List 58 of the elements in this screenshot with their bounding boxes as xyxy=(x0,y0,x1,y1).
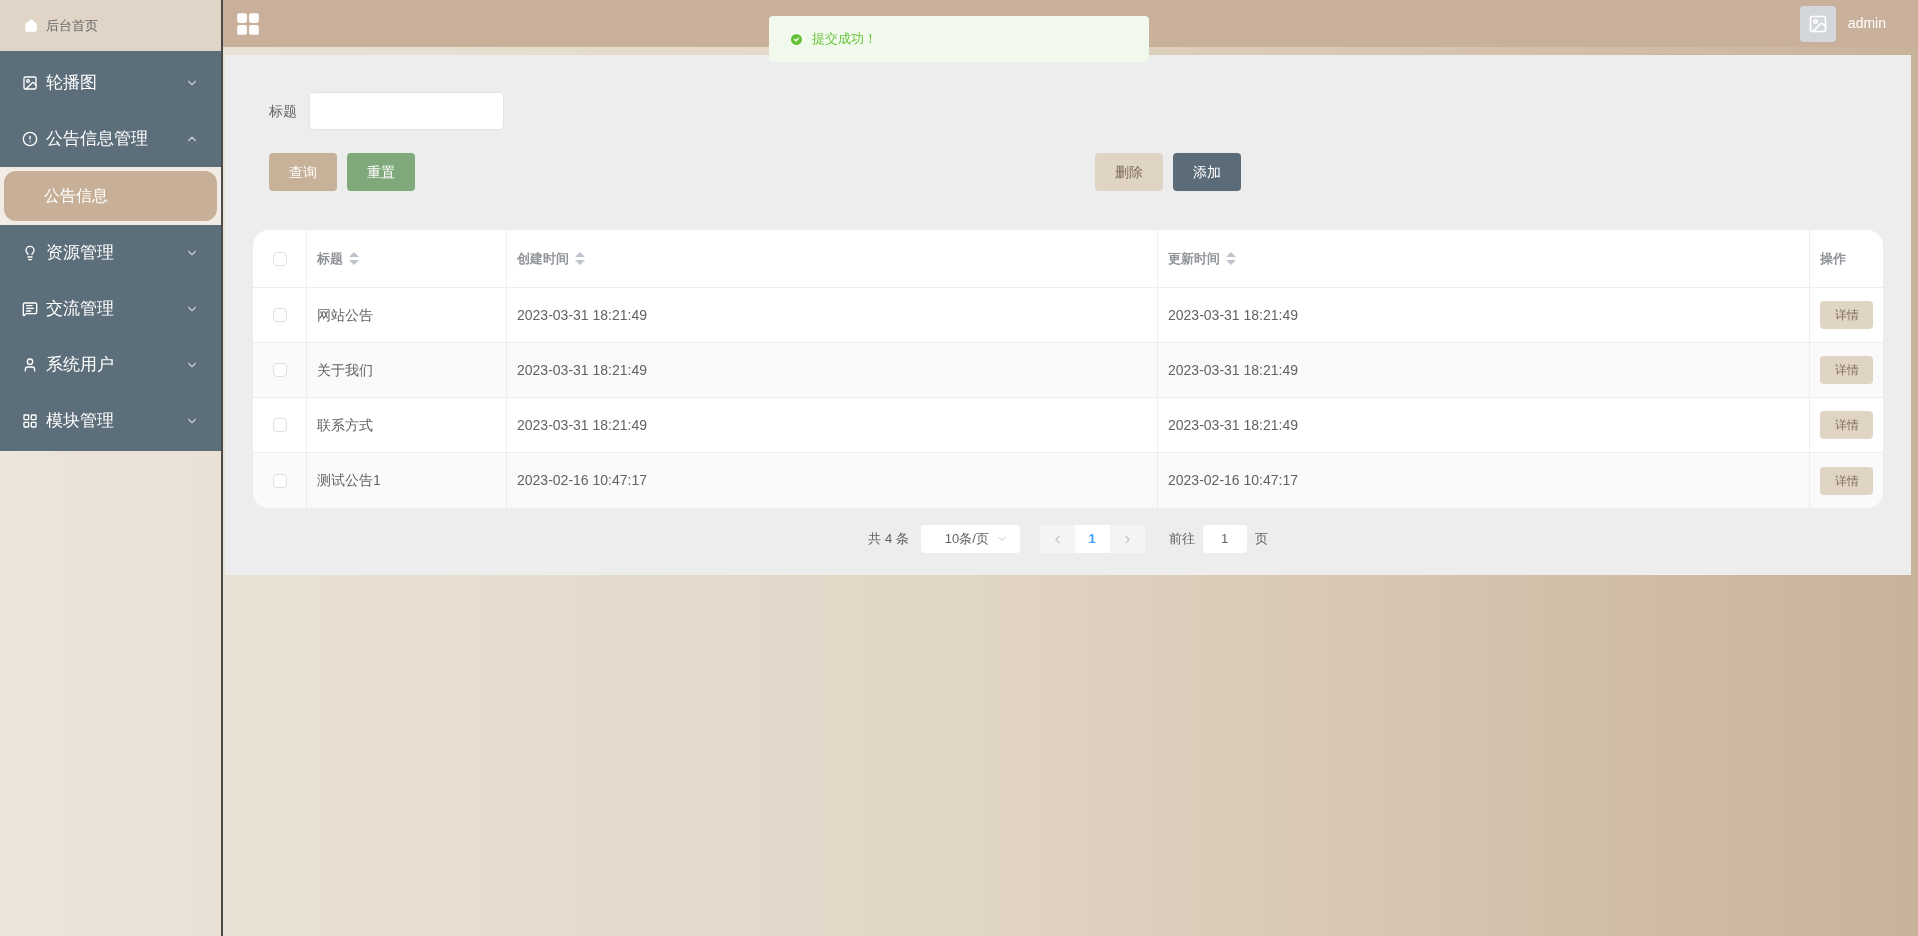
total-count: 共 4 条 xyxy=(868,530,909,549)
alert-circle-icon xyxy=(22,131,38,147)
table-cell-text: 2023-02-16 10:47:17 xyxy=(1168,471,1298,490)
sort-icon[interactable] xyxy=(575,252,585,265)
sort-icon[interactable] xyxy=(349,252,359,265)
menu-item[interactable]: 轮播图 xyxy=(0,55,221,111)
detail-button[interactable]: 详情 xyxy=(1820,301,1873,329)
sort-icon[interactable] xyxy=(1226,252,1236,265)
table-cell-text: 联系方式 xyxy=(317,415,373,435)
page-number[interactable]: 1 xyxy=(1074,525,1110,553)
table-cell-text: 网站公告 xyxy=(317,305,373,325)
add-button[interactable]: 添加 xyxy=(1173,153,1241,191)
avatar-image-icon[interactable] xyxy=(1799,5,1836,42)
detail-button[interactable]: 详情 xyxy=(1820,356,1873,384)
goto-page-field[interactable]: 1 xyxy=(1202,525,1247,553)
detail-button[interactable]: 详情 xyxy=(1820,411,1873,439)
grid-menu-icon[interactable] xyxy=(235,10,261,37)
prev-page-button[interactable] xyxy=(1039,525,1075,553)
lightbulb-icon xyxy=(22,245,38,261)
reset-button[interactable]: 重置 xyxy=(347,153,415,191)
menu-item[interactable]: 系统用户 xyxy=(0,337,221,393)
goto-suffix: 页 xyxy=(1254,530,1268,549)
user-icon xyxy=(22,357,38,373)
column-header: 操作 xyxy=(1820,249,1846,268)
row-checkbox[interactable] xyxy=(272,363,287,377)
title-input-field[interactable] xyxy=(309,92,504,130)
home-icon xyxy=(24,18,38,33)
goto-label: 前往 xyxy=(1168,530,1195,549)
menu-item[interactable]: 模块管理 xyxy=(0,393,221,449)
check-circle-icon xyxy=(789,31,804,47)
column-header: 创建时间 xyxy=(517,249,569,268)
success-toast: 提交成功！ xyxy=(769,16,1149,62)
table-cell-text: 2023-03-31 18:21:49 xyxy=(517,360,647,380)
row-checkbox[interactable] xyxy=(272,251,287,266)
chat-bubble-icon xyxy=(22,301,38,317)
row-checkbox[interactable] xyxy=(272,473,287,488)
grid-icon xyxy=(22,413,38,429)
menu-item[interactable]: 交流管理 xyxy=(0,281,221,337)
menu-item[interactable]: 资源管理 xyxy=(0,225,221,281)
table-cell-text: 2023-02-16 10:47:17 xyxy=(517,471,647,490)
row-checkbox[interactable] xyxy=(272,418,287,432)
home-menu-item[interactable]: 后台首页 xyxy=(0,0,221,51)
table-cell-text: 2023-03-31 18:21:49 xyxy=(1168,415,1298,435)
page-size-select[interactable]: 10条/页 xyxy=(920,525,1020,553)
table-cell-text: 2023-03-31 18:21:49 xyxy=(517,305,647,325)
column-header: 更新时间 xyxy=(1168,249,1220,268)
table-cell-text: 2023-03-31 18:21:49 xyxy=(517,415,647,435)
table-cell-text: 2023-03-31 18:21:49 xyxy=(1168,360,1298,380)
table-cell-text: 2023-03-31 18:21:49 xyxy=(1168,305,1298,325)
next-page-button[interactable] xyxy=(1109,525,1145,553)
menu-item[interactable]: 公告信息管理 xyxy=(0,111,221,167)
detail-button[interactable]: 详情 xyxy=(1820,466,1873,495)
picture-frame-icon xyxy=(22,75,38,91)
row-checkbox[interactable] xyxy=(272,308,287,322)
search-label: 标题 xyxy=(269,101,297,121)
table-cell-text: 测试公告1 xyxy=(317,471,381,490)
column-header: 标题 xyxy=(317,249,343,268)
table-cell-text: 关于我们 xyxy=(317,360,373,380)
